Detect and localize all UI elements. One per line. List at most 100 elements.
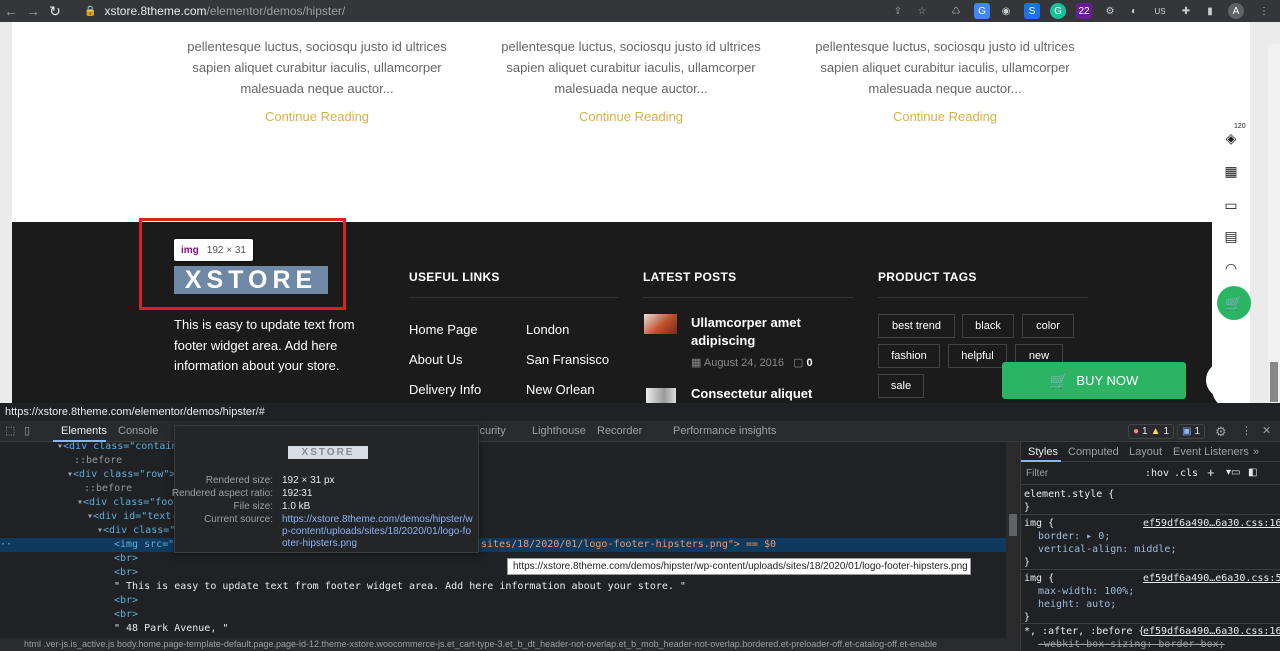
tab-event-listeners[interactable]: Event Listeners bbox=[1173, 446, 1249, 458]
close-devtools-icon[interactable]: ✕ bbox=[1262, 424, 1271, 437]
rule-source-link[interactable]: ef59df6a490…e6a30.css:5 bbox=[1143, 573, 1280, 584]
cart-icon[interactable]: 🛒 bbox=[1217, 286, 1251, 320]
puzzle-extensions-icon[interactable]: ✚ bbox=[1178, 3, 1194, 19]
window-icon[interactable]: ▭ bbox=[1222, 196, 1240, 214]
dom-line[interactable]: <br> bbox=[114, 595, 138, 606]
forward-icon[interactable]: → bbox=[22, 0, 44, 22]
post-thumbnail[interactable] bbox=[646, 388, 676, 403]
us-extension-icon[interactable]: US bbox=[1152, 3, 1168, 19]
rule-property[interactable]: border: ▸ 0; bbox=[1038, 531, 1110, 542]
toggle-element-state-icon[interactable]: ▾▭ bbox=[1226, 467, 1240, 478]
footer-link-delivery[interactable]: Delivery Info bbox=[409, 382, 481, 397]
post-thumbnail[interactable] bbox=[644, 314, 677, 334]
inspect-element-icon[interactable]: ⬚ bbox=[5, 424, 15, 437]
computed-sidebar-icon[interactable]: ◧ bbox=[1248, 467, 1257, 478]
rule-selector[interactable]: img { bbox=[1024, 518, 1054, 529]
tag-sale[interactable]: sale bbox=[878, 374, 924, 398]
tab-recorder[interactable]: Recorder bbox=[597, 425, 642, 437]
dom-line[interactable]: ▾<div class="t bbox=[97, 525, 181, 536]
rule-selector[interactable]: img { bbox=[1024, 573, 1054, 584]
messages-counter[interactable]: ▣ 1 bbox=[1177, 424, 1206, 439]
tab-elements[interactable]: Elements bbox=[53, 421, 107, 442]
dom-line-selected-src[interactable]: sites/18/2020/01/logo-footer-hipsters.pn… bbox=[481, 539, 776, 550]
settings-gear-icon[interactable]: ⚙ bbox=[1215, 424, 1227, 440]
rule-property-overridden[interactable]: -webkit-box-sizing: border-box; bbox=[1038, 639, 1225, 650]
tag-black[interactable]: black bbox=[962, 314, 1014, 338]
cls-toggle[interactable]: .cls bbox=[1174, 468, 1198, 479]
reload-icon[interactable]: ↻ bbox=[44, 0, 66, 22]
footer-link-london[interactable]: London bbox=[526, 322, 569, 337]
hov-toggle[interactable]: :hov bbox=[1145, 468, 1169, 479]
tab-computed[interactable]: Computed bbox=[1068, 446, 1119, 458]
dom-line[interactable]: " This is easy to update text from foote… bbox=[114, 581, 686, 592]
device-toolbar-icon[interactable]: ▯ bbox=[24, 424, 30, 437]
vpn-extension-icon[interactable]: ◐ bbox=[1126, 3, 1142, 19]
element-style-rule[interactable]: element.style { bbox=[1024, 489, 1114, 500]
share-icon[interactable]: ⇪ bbox=[890, 3, 906, 19]
rule-property[interactable]: max-width: 100%; bbox=[1038, 586, 1134, 597]
profile-avatar[interactable]: A bbox=[1228, 3, 1244, 19]
dom-line[interactable]: <br> bbox=[114, 609, 138, 620]
tag-helpful[interactable]: helpful bbox=[948, 344, 1007, 368]
layers-icon[interactable]: ◈ bbox=[1222, 129, 1240, 147]
scrollbar-thumb[interactable] bbox=[1009, 514, 1017, 536]
dom-line[interactable]: " 48 Park Avenue, " bbox=[114, 623, 228, 634]
rule-selector[interactable]: *, :after, :before { bbox=[1024, 626, 1144, 637]
continue-reading-link[interactable]: Continue Reading bbox=[486, 109, 776, 124]
tab-layout[interactable]: Layout bbox=[1129, 446, 1162, 458]
page-scrollbar[interactable] bbox=[1268, 44, 1280, 403]
continue-reading-link[interactable]: Continue Reading bbox=[800, 109, 1090, 124]
extension-22-icon[interactable]: 22 bbox=[1076, 3, 1092, 19]
dom-line[interactable]: ▾<div class="containe bbox=[57, 441, 183, 452]
address-bar[interactable]: 🔒 xstore.8theme.com/elementor/demos/hips… bbox=[84, 1, 944, 21]
tag-fashion[interactable]: fashion bbox=[878, 344, 940, 368]
footer-logo[interactable]: XSTORE bbox=[174, 266, 328, 294]
styles-filter-input[interactable]: Filter bbox=[1026, 468, 1136, 479]
tab-styles[interactable]: Styles bbox=[1021, 442, 1061, 462]
dom-line[interactable]: ▾<div class="row"> bbox=[67, 469, 175, 480]
camera-extension-icon[interactable]: ◉ bbox=[998, 3, 1014, 19]
tooltip-source-link[interactable]: https://xstore.8theme.com/demos/hipster/… bbox=[282, 514, 474, 550]
grammarly-icon[interactable]: G bbox=[1050, 3, 1066, 19]
document-icon[interactable]: ▤ bbox=[1222, 227, 1240, 245]
tag-color[interactable]: color bbox=[1022, 314, 1074, 338]
elements-scrollbar[interactable] bbox=[1006, 442, 1020, 638]
scrollbar-thumb[interactable] bbox=[1270, 362, 1278, 402]
rule-source-link[interactable]: ef59df6a490…6a30.css:16 bbox=[1143, 518, 1280, 529]
buy-now-button[interactable]: 🛒 BUY NOW bbox=[1002, 362, 1186, 399]
post-title[interactable]: Ullamcorper amet adipiscing bbox=[691, 314, 841, 350]
rule-property[interactable]: vertical-align: middle; bbox=[1038, 544, 1176, 555]
tag-best-trend[interactable]: best trend bbox=[878, 314, 955, 338]
tab-performance-insights[interactable]: Performance insights bbox=[673, 425, 776, 437]
dom-line[interactable]: <br> bbox=[114, 553, 138, 564]
dom-breadcrumb[interactable]: html .ver-js.is_active.js body.home.page… bbox=[0, 638, 1020, 651]
continue-reading-link[interactable]: Continue Reading bbox=[172, 109, 462, 124]
tab-lighthouse[interactable]: Lighthouse bbox=[532, 425, 586, 437]
footer-link-about[interactable]: About Us bbox=[409, 352, 462, 367]
footer-link-neworlean[interactable]: New Orlean bbox=[526, 382, 595, 397]
dom-ellipsis: ·· bbox=[0, 539, 13, 550]
grid-icon[interactable]: ▦ bbox=[1222, 162, 1240, 180]
footer-link-sanfransisco[interactable]: San Fransisco bbox=[526, 352, 609, 367]
recycle-extension-icon[interactable]: ♺ bbox=[948, 3, 964, 19]
post-title[interactable]: Consectetur aliquet bbox=[691, 386, 851, 401]
tab-console[interactable]: Console bbox=[118, 425, 158, 437]
s-extension-icon[interactable]: S bbox=[1024, 3, 1040, 19]
footer-link-home[interactable]: Home Page bbox=[409, 322, 478, 337]
dom-line[interactable]: ::before bbox=[74, 455, 122, 466]
dom-line[interactable]: <br> bbox=[114, 567, 138, 578]
chrome-menu-icon[interactable]: ⋮ bbox=[1256, 3, 1272, 19]
network-extension-icon[interactable]: ⚙ bbox=[1102, 3, 1118, 19]
issues-counter[interactable]: ● 1 ▲ 1 bbox=[1128, 424, 1175, 439]
headset-icon[interactable]: ◠ bbox=[1222, 259, 1240, 277]
dom-line[interactable]: ::before bbox=[84, 483, 132, 494]
back-icon[interactable]: ← bbox=[0, 0, 22, 22]
more-options-icon[interactable]: ⋮ bbox=[1241, 424, 1252, 437]
more-tabs-icon[interactable]: » bbox=[1253, 446, 1259, 458]
rule-property[interactable]: height: auto; bbox=[1038, 599, 1116, 610]
sidepanel-icon[interactable]: ▮ bbox=[1202, 3, 1218, 19]
new-style-rule-icon[interactable]: + bbox=[1207, 465, 1215, 480]
bookmark-star-icon[interactable]: ☆ bbox=[914, 3, 930, 19]
rule-source-link[interactable]: ef59df6a490…6a30.css:16 bbox=[1143, 626, 1280, 637]
translate-extension-icon[interactable]: G bbox=[974, 3, 990, 19]
